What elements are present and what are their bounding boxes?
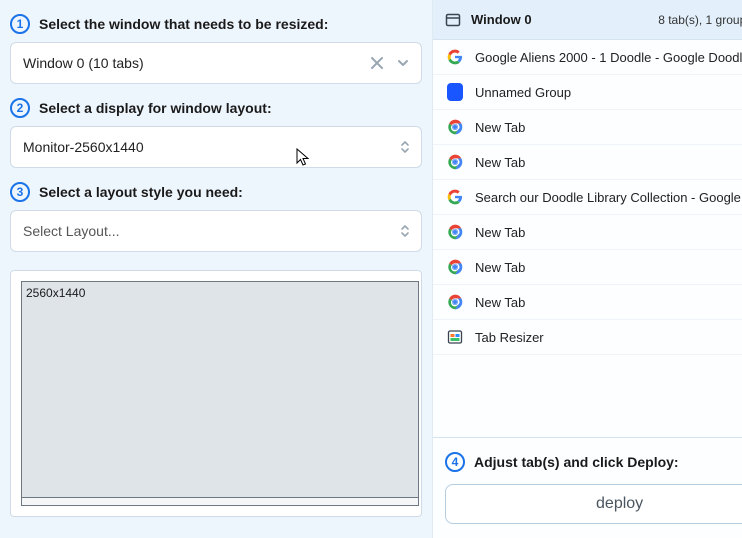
window-title: Window 0 (471, 12, 532, 27)
window-header[interactable]: Window 0 8 tab(s), 1 group(s) (433, 0, 742, 40)
display-select-value: Monitor-2560x1440 (23, 139, 144, 155)
window-meta: 8 tab(s), 1 group(s) (658, 13, 742, 27)
step-4-label: Adjust tab(s) and click Deploy: (474, 454, 679, 470)
tab-label: Tab Resizer (475, 330, 544, 345)
sort-icon[interactable] (399, 223, 411, 239)
layout-select[interactable]: Select Layout... (10, 210, 422, 252)
step-1-header: 1 Select the window that needs to be res… (10, 14, 422, 34)
tab-list: Google Aliens 2000 - 1 Doodle - Google D… (433, 40, 742, 437)
tab-label: New Tab (475, 295, 525, 310)
step-2-label: Select a display for window layout: (39, 100, 272, 116)
tab-row[interactable]: Unnamed Group (433, 75, 742, 110)
layout-preview: 2560x1440 (21, 281, 419, 506)
step-3-badge: 3 (10, 182, 30, 202)
tab-label: New Tab (475, 120, 525, 135)
chevron-down-icon[interactable] (395, 55, 411, 71)
tab-label: Google Aliens 2000 - 1 Doodle - Google D… (475, 50, 742, 65)
step-2-header: 2 Select a display for window layout: (10, 98, 422, 118)
tab-label: New Tab (475, 155, 525, 170)
layout-preview-container: 2560x1440 (10, 270, 422, 517)
resizer-icon (447, 329, 463, 345)
step-4-header: 4 Adjust tab(s) and click Deploy: (445, 452, 742, 472)
chrome-icon (447, 259, 463, 275)
preview-resolution-label: 2560x1440 (26, 286, 85, 300)
chrome-icon (447, 224, 463, 240)
layout-select-placeholder: Select Layout... (23, 223, 120, 239)
chrome-icon (447, 119, 463, 135)
step-4-badge: 4 (445, 452, 465, 472)
step-1-badge: 1 (10, 14, 30, 34)
tab-label: Unnamed Group (475, 85, 571, 100)
preview-taskbar (22, 497, 418, 505)
tab-row[interactable]: New Tab (433, 145, 742, 180)
tab-row[interactable]: Search our Doodle Library Collection - G… (433, 180, 742, 215)
chrome-icon (447, 294, 463, 310)
sort-icon[interactable] (399, 139, 411, 155)
step-1-label: Select the window that needs to be resiz… (39, 16, 328, 32)
tab-row[interactable]: New Tab (433, 285, 742, 320)
google-icon (447, 49, 463, 65)
chrome-icon (447, 154, 463, 170)
window-select-value: Window 0 (10 tabs) (23, 55, 144, 71)
step-3-label: Select a layout style you need: (39, 184, 243, 200)
step-2-badge: 2 (10, 98, 30, 118)
display-select[interactable]: Monitor-2560x1440 (10, 126, 422, 168)
window-icon (445, 12, 461, 28)
tab-row[interactable]: New Tab (433, 110, 742, 145)
google-icon (447, 189, 463, 205)
tab-label: New Tab (475, 260, 525, 275)
clear-icon[interactable] (369, 55, 385, 71)
tab-row[interactable]: Tab Resizer (433, 320, 742, 355)
group-icon (447, 84, 463, 100)
tab-row[interactable]: New Tab (433, 250, 742, 285)
tab-label: Search our Doodle Library Collection - G… (475, 190, 742, 205)
step-3-header: 3 Select a layout style you need: (10, 182, 422, 202)
window-select[interactable]: Window 0 (10 tabs) (10, 42, 422, 84)
deploy-button[interactable]: deploy (445, 484, 742, 524)
tab-row[interactable]: New Tab (433, 215, 742, 250)
tab-label: New Tab (475, 225, 525, 240)
tab-row[interactable]: Google Aliens 2000 - 1 Doodle - Google D… (433, 40, 742, 75)
